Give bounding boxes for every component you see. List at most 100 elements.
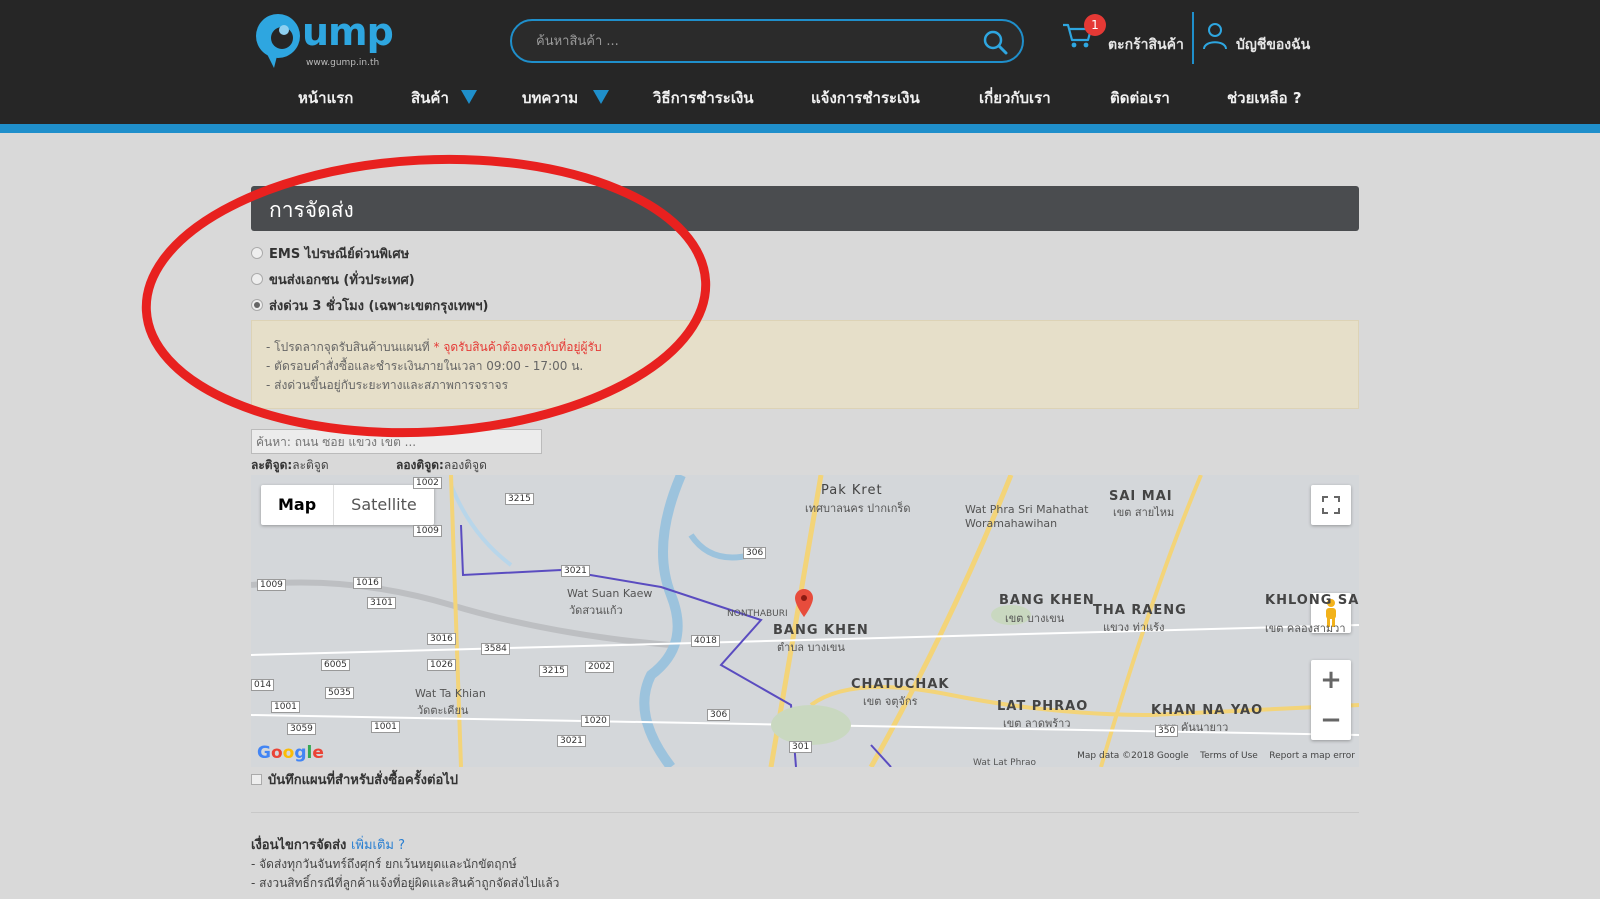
road-number-badge: 306 <box>743 547 767 559</box>
map-place-sublabel: ตำบล บางเขน <box>777 641 845 654</box>
map-report-link[interactable]: Report a map error <box>1269 751 1355 761</box>
road-number-badge: 1009 <box>413 525 442 537</box>
save-map-checkbox[interactable] <box>251 774 262 785</box>
map-place-sublabel: แขวง ท่าแร้ง <box>1103 621 1165 634</box>
header-divider <box>1192 12 1194 64</box>
nav-articles[interactable]: บทความ <box>522 86 578 110</box>
map-place-label: Wat Phra Sri Mahathat <box>965 503 1089 516</box>
zoom-in-button[interactable]: + <box>1311 660 1351 700</box>
google-logo-letter: G <box>257 743 271 763</box>
map-place-sublabel: Woramahawihan <box>965 517 1058 530</box>
zoom-out-button[interactable]: − <box>1311 700 1351 740</box>
road-number-badge: 1001 <box>271 701 300 713</box>
map-type-toggle: Map Satellite <box>261 485 434 525</box>
road-number-badge: 3215 <box>539 665 568 677</box>
site-header: ump www.gump.in.th 1 ตะกร้าสินค้า บัญชีข… <box>0 0 1600 124</box>
map-footer: Map data ©2018 Google Terms of Use Repor… <box>1077 751 1355 761</box>
latitude-value: ละติจูด <box>292 458 329 472</box>
longitude-value: ลองติจูด <box>443 458 487 472</box>
road-number-badge: 3021 <box>557 735 586 747</box>
road-number-badge: 350 <box>1155 725 1179 737</box>
nav-products[interactable]: สินค้า <box>411 86 449 110</box>
logo[interactable]: ump www.gump.in.th <box>252 8 402 70</box>
map-place-sublabel: เขต จตุจักร <box>863 695 918 708</box>
map-type-map-button[interactable]: Map <box>261 485 335 525</box>
search-icon[interactable] <box>982 29 1008 55</box>
road-number-badge: 3215 <box>505 493 534 505</box>
user-icon <box>1203 23 1227 50</box>
condition-line-1: - จัดส่งทุกวันจันทร์ถึงศุกร์ ยกเว้นหยุดแ… <box>251 857 517 871</box>
road-number-badge: 3059 <box>287 723 316 735</box>
save-map-option[interactable]: บันทึกแผนที่สำหรับสั่งซื้อครั้งต่อไป <box>251 769 458 790</box>
fullscreen-icon <box>1322 496 1340 514</box>
chevron-down-icon[interactable] <box>461 90 477 104</box>
road-number-badge: 3016 <box>427 633 456 645</box>
delivery-map[interactable]: Map Satellite + − Pak Kret เทศบาลนคร ปาก… <box>251 475 1359 767</box>
account-button[interactable]: บัญชีของฉัน <box>1202 18 1342 62</box>
search-box <box>510 19 1024 63</box>
map-place-label: Wat Ta Khian <box>415 687 486 700</box>
google-logo-letter: o <box>270 743 283 763</box>
nav-payment-notify[interactable]: แจ้งการชำระเงิน <box>811 86 920 110</box>
map-place-label: BANG KHEN <box>999 593 1095 608</box>
road-number-badge: 1016 <box>353 577 382 589</box>
nav-home[interactable]: หน้าแรก <box>298 86 353 110</box>
map-place-sublabel: เขต สายไหม <box>1113 506 1175 519</box>
map-terms-link[interactable]: Terms of Use <box>1200 751 1258 761</box>
cart-button[interactable]: 1 ตะกร้าสินค้า <box>1062 14 1188 62</box>
map-place-sublabel: วัดสวนแก้ว <box>569 604 623 617</box>
header-accent-stripe <box>0 124 1600 133</box>
red-annotation-ellipse <box>141 154 711 438</box>
road-number-badge: 3021 <box>561 565 590 577</box>
map-type-satellite-button[interactable]: Satellite <box>334 485 434 525</box>
google-logo-letter: e <box>312 743 324 763</box>
map-place-sublabel: เทศบาลนคร ปากเกร็ด <box>805 502 911 515</box>
map-data-credit: Map data ©2018 Google <box>1077 751 1189 761</box>
shipping-conditions-title: เงื่อนไขการจัดส่ง เพิ่มเติม ? <box>251 834 405 855</box>
google-logo: Google <box>257 743 324 763</box>
account-label: บัญชีของฉัน <box>1236 37 1311 53</box>
map-place-sublabel: เขต ลาดพร้าว <box>1003 717 1071 730</box>
map-place-label: Pak Kret <box>821 483 883 498</box>
longitude-label: ลองติจูด: <box>396 458 444 472</box>
google-logo-letter: o <box>282 743 295 763</box>
road-number-badge: 1002 <box>413 477 442 489</box>
google-logo-letter: g <box>294 743 307 763</box>
road-number-badge: 3101 <box>367 597 396 609</box>
map-place-label: CHATUCHAK <box>851 677 950 692</box>
fullscreen-button[interactable] <box>1311 485 1351 525</box>
main-nav: หน้าแรก สินค้า บทความ วิธีการชำระเงิน แจ… <box>0 82 1600 114</box>
map-place-label: BANG KHEN <box>773 623 869 638</box>
divider <box>251 812 1359 813</box>
road-number-badge: 1009 <box>257 579 286 591</box>
road-number-badge: 6005 <box>321 659 350 671</box>
map-place-label: THA RAENG <box>1093 603 1187 618</box>
map-place-sublabel: เขต คลองสามวา <box>1265 622 1346 635</box>
nav-payment-methods[interactable]: วิธีการชำระเงิน <box>653 86 754 110</box>
map-place-label: KHLONG SAM WA <box>1265 593 1359 608</box>
nav-help[interactable]: ช่วยเหลือ ? <box>1227 86 1302 110</box>
map-place-sublabel: วัดตะเคียน <box>417 704 469 717</box>
latitude-readout: ละติจูด:ละติจูด <box>251 456 329 475</box>
latitude-label: ละติจูด: <box>251 458 293 472</box>
chevron-down-icon[interactable] <box>593 90 609 104</box>
map-place-label: Wat Suan Kaew <box>567 587 653 600</box>
road-number-badge: 3584 <box>481 643 510 655</box>
map-marker-icon[interactable] <box>795 589 813 617</box>
logo-subtitle: www.gump.in.th <box>306 58 380 68</box>
road-number-badge: 014 <box>251 679 275 691</box>
logo-mark-icon <box>256 14 300 68</box>
road-number-badge: 301 <box>789 741 813 753</box>
cart-label: ตะกร้าสินค้า <box>1108 37 1184 53</box>
nav-about[interactable]: เกี่ยวกับเรา <box>979 86 1051 110</box>
search-input[interactable] <box>536 30 956 52</box>
road-number-badge: 5035 <box>325 687 354 699</box>
longitude-readout: ลองติจูด:ลองติจูด <box>396 456 487 475</box>
conditions-more-link[interactable]: เพิ่มเติม ? <box>351 838 405 853</box>
map-place-label: SAI MAI <box>1109 489 1173 504</box>
road-number-badge: 4018 <box>691 635 720 647</box>
nav-contact[interactable]: ติดต่อเรา <box>1110 86 1170 110</box>
save-map-label: บันทึกแผนที่สำหรับสั่งซื้อครั้งต่อไป <box>268 773 459 788</box>
map-place-label: Wat Lat Phrao <box>973 758 1036 767</box>
map-place-label: KHAN NA YAO <box>1151 703 1264 718</box>
